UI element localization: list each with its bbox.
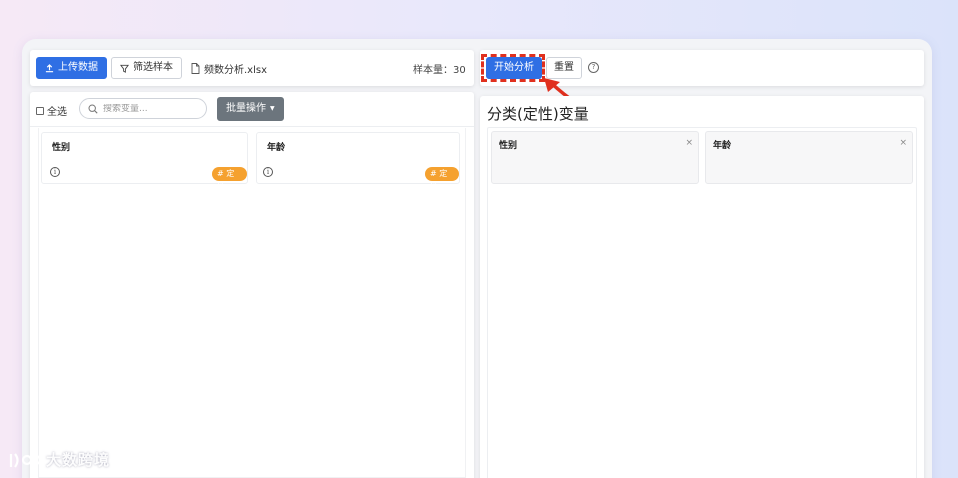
search-input[interactable]	[103, 103, 198, 114]
selected-variable-card[interactable]: 年龄 ×	[705, 131, 913, 184]
selected-variable-name: 性别	[499, 141, 518, 151]
caret-down-icon: ▼	[270, 105, 275, 112]
variable-card[interactable]: 性别 i # 定性	[41, 132, 248, 192]
start-analysis-label: 开始分析	[494, 62, 534, 73]
file-icon	[191, 63, 200, 74]
batch-actions-dropdown[interactable]: 批量操作 ▼	[217, 97, 284, 121]
filter-label: 筛选样本	[133, 62, 173, 73]
remove-icon[interactable]: ×	[899, 138, 907, 148]
search-icon	[88, 103, 98, 114]
filter-icon	[120, 64, 129, 73]
info-icon[interactable]: i	[263, 167, 273, 177]
info-icon[interactable]: i	[50, 167, 60, 177]
help-icon[interactable]: ?	[588, 62, 599, 73]
watermark: 大数跨境	[8, 449, 110, 470]
remove-icon[interactable]: ×	[685, 138, 693, 148]
variable-name: 性别	[52, 143, 71, 153]
divider	[30, 126, 474, 127]
file-name: 频数分析.xlsx	[204, 65, 268, 76]
upload-label: 上传数据	[58, 62, 98, 73]
help-symbol: ?	[591, 63, 596, 71]
upload-icon	[45, 63, 54, 72]
select-all[interactable]: 全选	[36, 103, 67, 118]
sample-size: 样本量：30	[413, 65, 466, 76]
selected-variable-card[interactable]: 性别 ×	[491, 131, 699, 184]
search-box[interactable]	[79, 98, 207, 119]
variable-card[interactable]: 年龄 i # 定性	[256, 132, 460, 192]
select-all-label: 全选	[47, 107, 67, 118]
file-info: 频数分析.xlsx	[191, 61, 267, 76]
qualitative-badge: # 定性	[425, 167, 459, 192]
watermark-text: 大数跨境	[46, 451, 111, 469]
qualitative-badge: # 定性	[212, 167, 247, 192]
selected-variable-name: 年龄	[713, 141, 732, 151]
watermark-logo-icon	[9, 452, 42, 468]
reset-label: 重置	[554, 62, 574, 73]
filter-samples-button[interactable]: 筛选样本	[111, 57, 182, 79]
section-title: 分类(定性)变量	[487, 105, 589, 123]
select-all-checkbox[interactable]	[36, 106, 44, 115]
upload-button[interactable]: 上传数据	[36, 57, 107, 79]
variable-name: 年龄	[267, 143, 286, 153]
batch-actions-label: 批量操作	[226, 103, 266, 114]
start-analysis-button[interactable]: 开始分析	[486, 57, 542, 79]
